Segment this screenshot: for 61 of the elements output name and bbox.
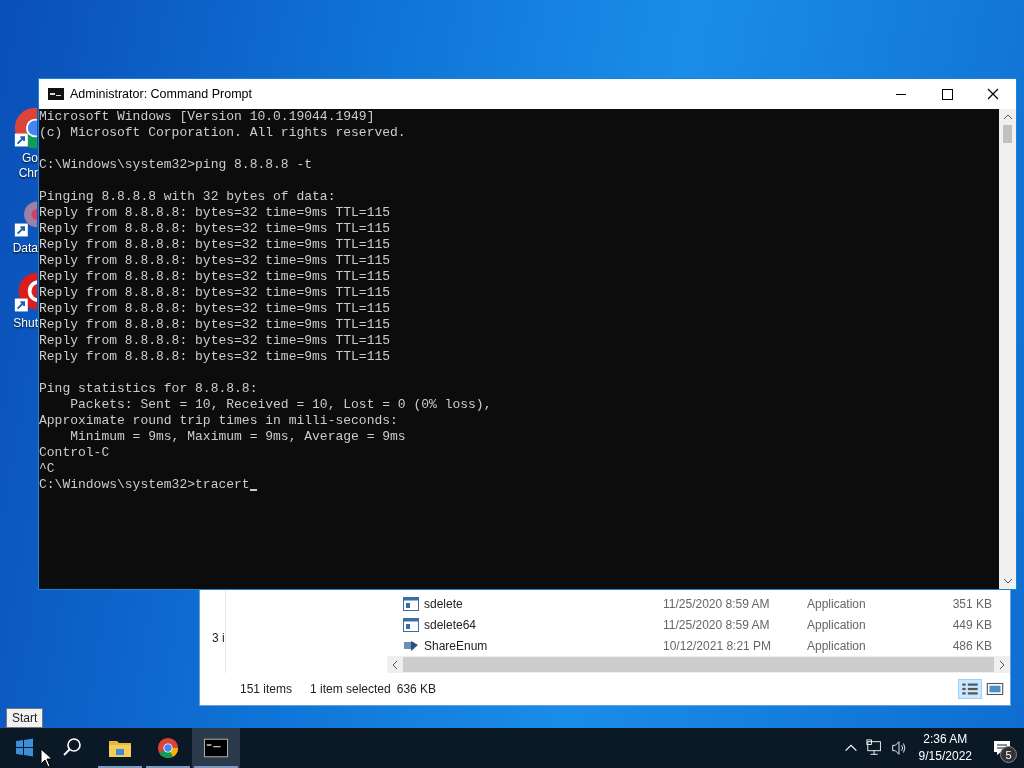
console-line: (c) Microsoft Corporation. All rights reserved. xyxy=(39,125,406,141)
selection-size: 636 KB xyxy=(396,682,437,696)
file-size: 449 KB xyxy=(951,617,992,632)
console-line: Reply from 8.8.8.8: bytes=32 time=9ms TTL=115 xyxy=(39,301,391,317)
console-line: Minimum = 9ms, Maximum = 9ms, Average = 9ms xyxy=(69,429,406,445)
console-line: Approximate round trip times in milli-seconds: xyxy=(39,413,398,429)
application-icon xyxy=(403,617,419,632)
file-size: 486 KB xyxy=(951,638,992,653)
item-count: 3 i xyxy=(211,631,225,645)
window-title: Administrator: Command Prompt xyxy=(70,87,252,101)
start-tooltip: Start xyxy=(6,708,44,728)
file-name[interactable]: ShareEnum xyxy=(424,638,488,653)
network-icon[interactable] xyxy=(865,739,884,757)
console-line: Reply from 8.8.8.8: bytes=32 time=9ms TTL=115 xyxy=(39,349,391,365)
vertical-scrollbar[interactable] xyxy=(999,109,1016,589)
selection-info: 1 item selected xyxy=(310,682,391,696)
command-prompt-button[interactable] xyxy=(192,728,240,768)
console-icon[interactable] xyxy=(204,737,228,759)
notification-count: 5 xyxy=(1000,746,1017,763)
mouse-pointer-icon xyxy=(40,748,52,768)
console-line: Ping statistics for 8.8.8.8: xyxy=(39,381,258,397)
console-line: Control-C xyxy=(39,445,110,461)
file-size: 351 KB xyxy=(951,596,992,611)
thumbnail-view-icon[interactable] xyxy=(984,680,1006,698)
file-date: 11/25/2020 8:59 AM xyxy=(663,617,771,632)
icon-label: Go xyxy=(22,151,38,166)
file-name[interactable]: sdelete64 xyxy=(424,617,477,632)
item-count: 151 items xyxy=(240,682,294,696)
file-type: Application xyxy=(807,638,867,653)
speaker-icon[interactable] xyxy=(889,739,908,757)
network-share-icon xyxy=(403,638,419,653)
text-cursor xyxy=(249,489,257,491)
scrollbar-thumb[interactable] xyxy=(1003,125,1012,143)
file-type: Application xyxy=(807,596,867,611)
chrome-icon[interactable] xyxy=(156,737,180,759)
file-date: 11/25/2020 8:59 AM xyxy=(663,596,771,611)
console-line: Reply from 8.8.8.8: bytes=32 time=9ms TTL=115 xyxy=(39,221,391,237)
file-date: 10/12/2021 8:21 PM xyxy=(663,638,773,653)
console-line: Reply from 8.8.8.8: bytes=32 time=9ms TTL=115 xyxy=(39,285,391,301)
application-icon xyxy=(403,596,419,611)
file-type: Application xyxy=(807,617,867,632)
console-line: Reply from 8.8.8.8: bytes=32 time=9ms TTL=115 xyxy=(39,237,391,253)
horizontal-scrollbar[interactable] xyxy=(387,656,1010,673)
icon-label: Data xyxy=(12,241,38,256)
console-line: Reply from 8.8.8.8: bytes=32 time=9ms TTL=115 xyxy=(39,205,391,221)
console-line: Reply from 8.8.8.8: bytes=32 time=9ms TTL=115 xyxy=(39,317,391,333)
console-line: Microsoft Windows [Version 10.0.19044.1949] xyxy=(39,109,375,125)
console-line: Reply from 8.8.8.8: bytes=32 time=9ms TTL=115 xyxy=(39,333,391,349)
icon-label: Shut xyxy=(13,316,38,331)
console-line: Reply from 8.8.8.8: bytes=32 time=9ms TTL=115 xyxy=(39,269,391,285)
details-view-icon[interactable] xyxy=(958,679,982,699)
console-line: C:\Windows\system32>ping 8.8.8.8 -t xyxy=(39,157,313,173)
console-line: Reply from 8.8.8.8: bytes=32 time=9ms TTL=115 xyxy=(39,253,391,269)
console-icon xyxy=(48,88,64,100)
console-line: Pinging 8.8.8.8 with 32 bytes of data: xyxy=(39,189,336,205)
console-line: ^C xyxy=(39,461,55,477)
console-line: Packets: Sent = 10, Received = 10, Lost = 0 (0% loss), xyxy=(69,397,492,413)
icon-label: Chr xyxy=(18,166,38,181)
clock-button[interactable]: 2:36 AM 9/15/2022 xyxy=(910,731,980,765)
file-name[interactable]: sdelete xyxy=(424,596,463,611)
console-line: C:\Windows\system32>tracert xyxy=(39,477,250,493)
